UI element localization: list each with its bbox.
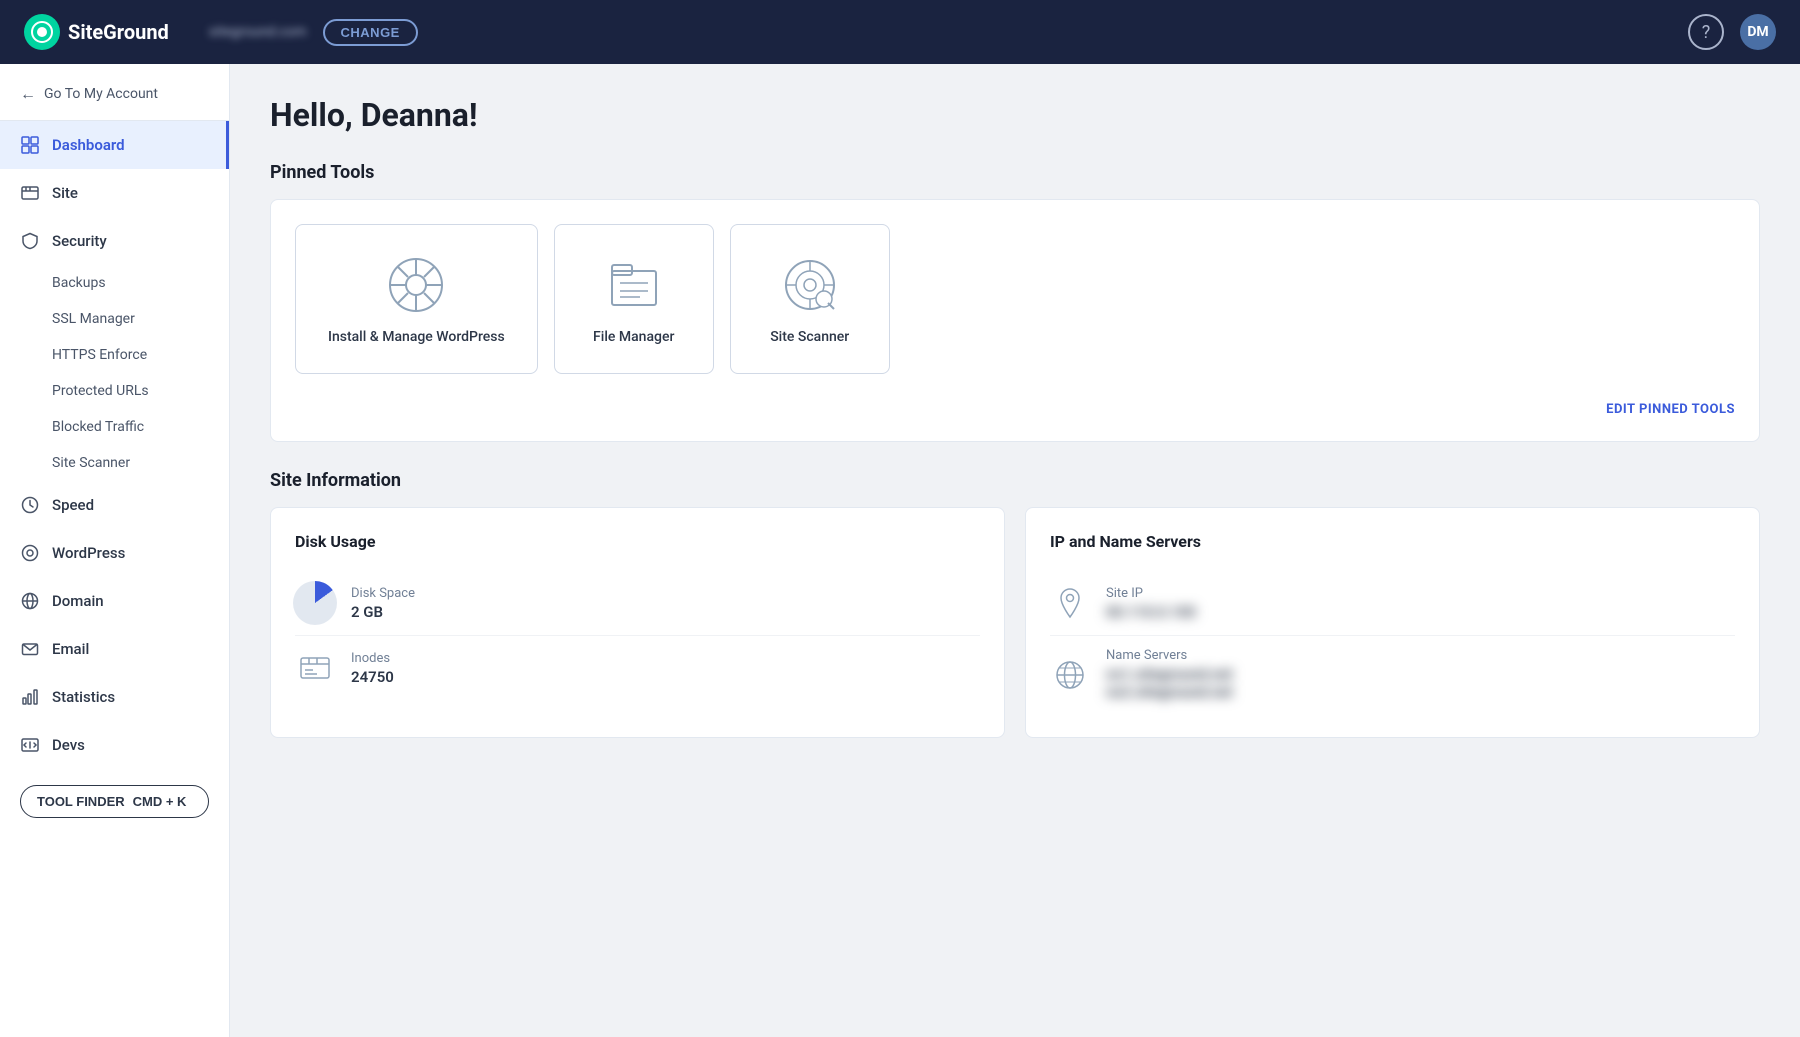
logo-circle	[24, 14, 60, 50]
sidebar-item-site[interactable]: Site	[0, 169, 229, 217]
avatar[interactable]: DM	[1740, 14, 1776, 50]
help-icon[interactable]: ?	[1688, 14, 1724, 50]
site-ip-icon	[1050, 583, 1090, 623]
sidebar-item-site-label: Site	[52, 184, 78, 202]
pinned-tools-card: Install & Manage WordPress File Manager	[270, 199, 1760, 442]
back-arrow-icon: ←	[20, 84, 36, 104]
tool-finder-label: TOOL FINDER	[37, 794, 125, 809]
site-ip-row: Site IP 00.110.0.100	[1050, 571, 1735, 636]
tool-card-file-manager[interactable]: File Manager	[554, 224, 714, 374]
ip-nameservers-card: IP and Name Servers Site IP 00.110.0.100	[1025, 507, 1760, 738]
logo-text: SiteGround	[68, 20, 169, 44]
file-manager-tool-icon	[602, 253, 666, 317]
site-ip-label: Site IP	[1106, 586, 1196, 601]
site-domain: siteground.com	[209, 24, 307, 40]
sidebar-sub-ssl-manager[interactable]: SSL Manager	[0, 301, 229, 337]
site-scanner-tool-label: Site Scanner	[770, 329, 849, 345]
wordpress-tool-icon	[384, 253, 448, 317]
tool-card-wordpress[interactable]: Install & Manage WordPress	[295, 224, 538, 374]
disk-usage-card: Disk Usage Disk Space 2 GB	[270, 507, 1005, 738]
ns1-value: ns1.siteground.net	[1106, 665, 1233, 683]
edit-pinned-link[interactable]: EDIT PINNED TOOLS	[1606, 402, 1735, 417]
sidebar-item-dashboard-label: Dashboard	[52, 136, 125, 154]
sidebar-item-devs[interactable]: Devs	[0, 721, 229, 769]
speed-icon	[20, 495, 40, 515]
site-ip-value: 00.110.0.100	[1106, 603, 1196, 621]
name-servers-icon	[1050, 655, 1090, 695]
wordpress-tool-label: Install & Manage WordPress	[328, 329, 505, 345]
back-link[interactable]: ← Go To My Account	[0, 64, 229, 121]
ip-nameservers-title: IP and Name Servers	[1050, 532, 1735, 551]
sidebar-sub-blocked-traffic[interactable]: Blocked Traffic	[0, 409, 229, 445]
sidebar-sub-https-enforce[interactable]: HTTPS Enforce	[0, 337, 229, 373]
disk-space-label: Disk Space	[351, 586, 415, 601]
edit-pinned-area: EDIT PINNED TOOLS	[295, 390, 1735, 417]
name-servers-row: Name Servers ns1.siteground.net ns2.site…	[1050, 636, 1735, 713]
name-servers-details: Name Servers ns1.siteground.net ns2.site…	[1106, 648, 1233, 701]
domain-icon	[20, 591, 40, 611]
logo[interactable]: SiteGround	[24, 14, 169, 50]
sidebar-item-security[interactable]: Security	[0, 217, 229, 265]
statistics-icon	[20, 687, 40, 707]
sidebar-item-dashboard[interactable]: Dashboard	[0, 121, 229, 169]
app-body: ← Go To My Account Dashboard	[0, 64, 1800, 1037]
disk-space-value: 2 GB	[351, 603, 415, 621]
sidebar: ← Go To My Account Dashboard	[0, 64, 230, 1037]
sidebar-sub-protected-urls[interactable]: Protected URLs	[0, 373, 229, 409]
sidebar-item-domain-label: Domain	[52, 592, 104, 610]
devs-icon	[20, 735, 40, 755]
pinned-tools-grid: Install & Manage WordPress File Manager	[295, 224, 1735, 374]
inodes-row: Inodes 24750	[295, 636, 980, 700]
inodes-details: Inodes 24750	[351, 651, 394, 686]
name-servers-label: Name Servers	[1106, 648, 1233, 663]
site-icon	[20, 183, 40, 203]
main-content: Hello, Deanna! Pinned Tools	[230, 64, 1800, 1037]
inodes-icon	[295, 648, 335, 688]
change-button[interactable]: CHANGE	[323, 19, 418, 46]
inodes-label: Inodes	[351, 651, 394, 666]
sidebar-item-speed[interactable]: Speed	[0, 481, 229, 529]
page-greeting: Hello, Deanna!	[270, 96, 1760, 134]
site-ip-details: Site IP 00.110.0.100	[1106, 586, 1196, 621]
sidebar-sub-backups[interactable]: Backups	[0, 265, 229, 301]
disk-space-details: Disk Space 2 GB	[351, 586, 415, 621]
disk-usage-title: Disk Usage	[295, 532, 980, 551]
wordpress-icon	[20, 543, 40, 563]
tool-finder-button[interactable]: TOOL FINDER CMD + K	[20, 785, 209, 818]
email-icon	[20, 639, 40, 659]
sidebar-sub-site-scanner[interactable]: Site Scanner	[0, 445, 229, 481]
sidebar-item-email[interactable]: Email	[0, 625, 229, 673]
sidebar-item-statistics-label: Statistics	[52, 688, 115, 706]
disk-space-row: Disk Space 2 GB	[295, 571, 980, 636]
sidebar-item-email-label: Email	[52, 640, 89, 658]
sidebar-item-security-label: Security	[52, 232, 107, 250]
site-info-grid: Disk Usage Disk Space 2 GB	[270, 507, 1760, 738]
pinned-tools-title: Pinned Tools	[270, 162, 1760, 183]
sidebar-item-wordpress-label: WordPress	[52, 544, 125, 562]
ns2-value: ns2.siteground.net	[1106, 683, 1233, 701]
inodes-value: 24750	[351, 668, 394, 686]
site-scanner-tool-icon	[778, 253, 842, 317]
sidebar-item-speed-label: Speed	[52, 496, 94, 514]
file-manager-tool-label: File Manager	[593, 329, 674, 345]
sidebar-item-devs-label: Devs	[52, 736, 85, 754]
tool-finder-shortcut: CMD + K	[133, 794, 187, 809]
sidebar-item-domain[interactable]: Domain	[0, 577, 229, 625]
security-icon	[20, 231, 40, 251]
topnav-right: ? DM	[1688, 14, 1776, 50]
sidebar-item-statistics[interactable]: Statistics	[0, 673, 229, 721]
topnav: SiteGround siteground.com CHANGE ? DM	[0, 0, 1800, 64]
tool-card-site-scanner[interactable]: Site Scanner	[730, 224, 890, 374]
sidebar-item-wordpress[interactable]: WordPress	[0, 529, 229, 577]
back-link-label: Go To My Account	[44, 86, 158, 102]
dashboard-icon	[20, 135, 40, 155]
disk-space-icon	[295, 583, 335, 623]
site-info-title: Site Information	[270, 470, 1760, 491]
